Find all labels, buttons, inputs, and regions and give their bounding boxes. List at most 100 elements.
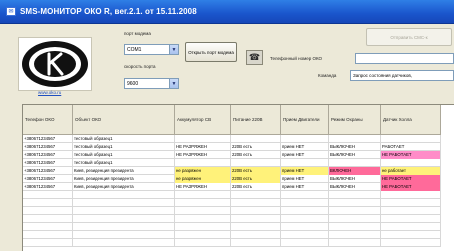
table-cell[interactable]: НЕ РАБОТАЕТ — [381, 175, 441, 183]
table-cell[interactable] — [381, 223, 441, 231]
chevron-down-icon[interactable]: ▼ — [169, 45, 178, 54]
table-row[interactable]: +380671234567 Киев, резиденция президента… — [23, 167, 441, 175]
table-cell[interactable] — [73, 199, 175, 207]
table-row[interactable] — [23, 191, 441, 199]
table-row[interactable]: +380671234567 тестовый образец1 НЕ РАЗРЯЖЕ… — [23, 151, 441, 159]
table-cell[interactable] — [23, 231, 73, 239]
table-row[interactable] — [23, 231, 441, 239]
table-row[interactable]: +380671234567 Киев, резиденция президента… — [23, 183, 441, 191]
table-cell[interactable]: 220В есть — [231, 167, 281, 175]
table-cell[interactable] — [23, 191, 73, 199]
table-cell[interactable]: тестовый образец1 — [73, 143, 175, 151]
column-header[interactable]: Объект ОКО — [73, 105, 175, 135]
table-cell[interactable] — [175, 159, 231, 167]
table-cell[interactable] — [175, 223, 231, 231]
table-cell[interactable]: не работает — [381, 167, 441, 175]
table-cell[interactable] — [281, 231, 329, 239]
table-cell[interactable] — [329, 239, 381, 247]
title-bar[interactable]: ✉ SMS-МОНИТОР ОКО R, вег.2.1. от 15.11.2… — [0, 0, 454, 24]
table-cell[interactable]: +380671234567 — [23, 151, 73, 159]
column-header[interactable]: Режим Охраны — [329, 105, 381, 135]
table-cell[interactable]: тестовый образец1 — [73, 135, 175, 143]
chevron-down-icon[interactable]: ▼ — [169, 79, 178, 88]
table-cell[interactable] — [175, 239, 231, 247]
table-cell[interactable]: не разряжен — [175, 167, 231, 175]
table-cell[interactable]: не разряжен — [175, 175, 231, 183]
table-cell[interactable] — [329, 191, 381, 199]
column-header[interactable]: Датчик Холла — [381, 105, 441, 135]
table-cell[interactable] — [329, 135, 381, 143]
table-cell[interactable] — [281, 239, 329, 247]
table-row[interactable]: +380671234567 Киев, резиденция президента… — [23, 175, 441, 183]
table-cell[interactable]: НЕ РАЗРЯЖЕН — [175, 143, 231, 151]
table-cell[interactable]: Киев, резиденция президента — [73, 183, 175, 191]
table-cell[interactable] — [381, 215, 441, 223]
table-cell[interactable]: 220В есть — [231, 151, 281, 159]
table-cell[interactable] — [281, 135, 329, 143]
column-header[interactable]: Телефон ОКО — [23, 105, 73, 135]
open-port-button[interactable]: Открыть порт модема — [185, 42, 237, 62]
table-cell[interactable] — [281, 159, 329, 167]
table-cell[interactable] — [231, 215, 281, 223]
table-cell[interactable] — [23, 239, 73, 247]
table-row[interactable] — [23, 199, 441, 207]
table-cell[interactable]: +380671234567 — [23, 143, 73, 151]
table-cell[interactable]: Киев, резиденция президента — [73, 175, 175, 183]
table-cell[interactable] — [231, 199, 281, 207]
table-cell[interactable] — [175, 191, 231, 199]
table-cell[interactable] — [281, 207, 329, 215]
table-cell[interactable] — [381, 207, 441, 215]
table-cell[interactable]: прием НЕТ — [281, 175, 329, 183]
table-cell[interactable] — [23, 199, 73, 207]
table-cell[interactable] — [329, 223, 381, 231]
table-row[interactable]: +380671234567 тестовый образец1 — [23, 135, 441, 143]
table-cell[interactable] — [381, 159, 441, 167]
table-cell[interactable]: тестовый образец1 — [73, 151, 175, 159]
table-cell[interactable] — [231, 223, 281, 231]
port-select[interactable]: COM1 ▼ — [124, 44, 179, 55]
column-header[interactable]: Питание 220В — [231, 105, 281, 135]
table-cell[interactable] — [329, 159, 381, 167]
table-cell[interactable] — [231, 191, 281, 199]
table-cell[interactable]: НЕ РАБОТАЕТ — [381, 151, 441, 159]
table-cell[interactable]: +380671234567 — [23, 167, 73, 175]
table-row[interactable] — [23, 207, 441, 215]
table-cell[interactable] — [329, 231, 381, 239]
table-cell[interactable] — [281, 215, 329, 223]
table-cell[interactable]: НЕ РАБОТАЕТ — [381, 183, 441, 191]
table-cell[interactable] — [381, 239, 441, 247]
table-cell[interactable]: прием НЕТ — [281, 167, 329, 175]
table-cell[interactable] — [281, 199, 329, 207]
table-cell[interactable] — [175, 215, 231, 223]
table-cell[interactable]: ВЫКЛЮЧЕН — [329, 143, 381, 151]
table-cell[interactable] — [175, 199, 231, 207]
table-cell[interactable]: +380671234567 — [23, 135, 73, 143]
table-cell[interactable]: ВЫКЛЮЧЕН — [329, 183, 381, 191]
table-cell[interactable] — [73, 215, 175, 223]
table-cell[interactable] — [329, 207, 381, 215]
command-input[interactable]: Запрос состояния датчиков, — [350, 70, 454, 81]
table-cell[interactable] — [329, 215, 381, 223]
table-cell[interactable] — [281, 191, 329, 199]
column-header[interactable]: Прием Двигатели — [281, 105, 329, 135]
table-cell[interactable] — [231, 239, 281, 247]
table-cell[interactable]: прием НЕТ — [281, 143, 329, 151]
table-cell[interactable] — [231, 135, 281, 143]
table-cell[interactable]: Киев, резиденция президента — [73, 167, 175, 175]
table-cell[interactable] — [23, 207, 73, 215]
table-cell[interactable] — [73, 223, 175, 231]
table-cell[interactable] — [231, 159, 281, 167]
table-cell[interactable] — [381, 231, 441, 239]
table-cell[interactable]: 220В есть — [231, 183, 281, 191]
table-cell[interactable] — [23, 215, 73, 223]
table-cell[interactable] — [381, 199, 441, 207]
table-cell[interactable]: 220В есть — [231, 143, 281, 151]
table-row[interactable]: +380671234567 тестовый образец1 НЕ РАЗРЯЖЕ… — [23, 143, 441, 151]
table-cell[interactable] — [231, 207, 281, 215]
table-cell[interactable] — [175, 135, 231, 143]
speed-select[interactable]: 9600 ▼ — [124, 78, 179, 89]
table-cell[interactable]: +380671234567 — [23, 175, 73, 183]
table-cell[interactable]: ВЫКЛЮЧЕН — [329, 151, 381, 159]
table-cell[interactable] — [73, 231, 175, 239]
website-link[interactable]: www.oko.ru — [38, 90, 61, 95]
